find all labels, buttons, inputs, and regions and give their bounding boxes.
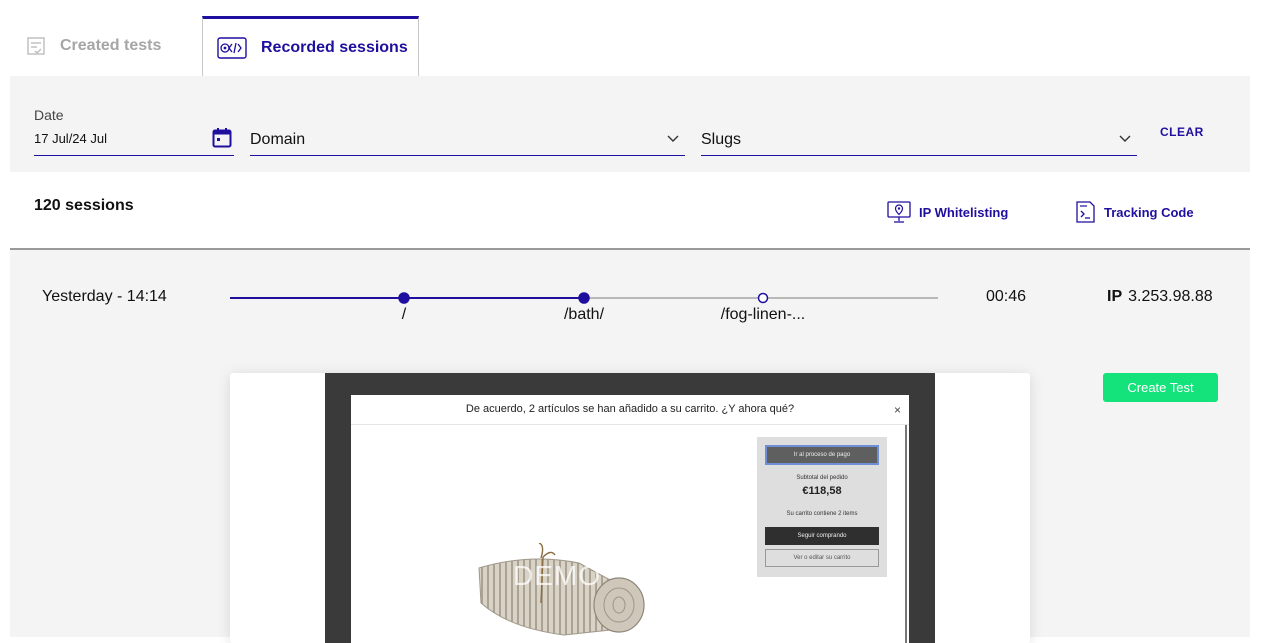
filter-bar: Date 17 Jul/24 Jul Domain Slugs CLEAR (10, 76, 1250, 172)
tab-recorded-sessions[interactable]: Recorded sessions (202, 16, 419, 77)
location-monitor-icon (887, 201, 911, 223)
cart-summary-panel: Ir al proceso de pago Subtotal del pedid… (757, 437, 887, 577)
session-duration: 00:46 (986, 288, 1027, 305)
tracking-code-button[interactable]: Tracking Code (1074, 200, 1194, 224)
domain-select[interactable]: Domain (250, 126, 685, 156)
code-document-icon (1076, 201, 1095, 223)
ip-value: 3.253.98.88 (1128, 288, 1213, 305)
timeline-node[interactable] (398, 292, 410, 304)
session-ip: IP 3.253.98.88 (1107, 288, 1213, 306)
clear-button[interactable]: CLEAR (1160, 125, 1204, 139)
edit-cart-button: Ver o editar su carrito (765, 549, 879, 567)
timeline-page-label: / (401, 306, 407, 323)
ip-whitelisting-label: IP Whitelisting (919, 204, 1009, 220)
timeline-node[interactable] (578, 292, 590, 304)
cart-modal: De acuerdo, 2 artículos se han añadido a… (351, 395, 909, 643)
calendar-icon[interactable] (212, 127, 232, 149)
cart-item-count: Su carrito contiene 2 items (786, 511, 858, 517)
checkout-button: Ir al proceso de pago (765, 445, 879, 465)
continue-shopping-button: Seguir comprando (765, 527, 879, 545)
demo-watermark: DEMO (513, 560, 601, 591)
create-test-button[interactable]: Create Test (1103, 373, 1218, 402)
session-row[interactable]: Yesterday - 14:14 //bath//fog-linen-... … (10, 250, 1250, 643)
page-timeline (230, 292, 938, 304)
tab-bar: Created tests Recorded sessions (10, 0, 1250, 77)
timeline-page-label: /bath/ (563, 306, 605, 323)
ip-whitelisting-button[interactable]: IP Whitelisting (887, 200, 1008, 224)
tab-created-label: Created tests (60, 37, 162, 54)
tab-recorded-label: Recorded sessions (261, 39, 408, 56)
ip-label: IP (1107, 288, 1123, 305)
date-range-field[interactable]: 17 Jul/24 Jul (34, 126, 234, 156)
checklist-icon (27, 37, 45, 55)
tab-created-tests[interactable]: Created tests (10, 16, 202, 76)
subtotal-label: Subtotal del pedido (796, 475, 848, 481)
chevron-down-icon (667, 135, 679, 142)
sessions-count: 120 sessions (34, 197, 134, 214)
slugs-select-value: Slugs (701, 131, 742, 148)
tracking-code-label: Tracking Code (1104, 204, 1194, 220)
chevron-down-icon (1119, 135, 1131, 142)
code-recording-icon (217, 37, 247, 59)
timeline-page-label: /fog-linen-... (720, 306, 806, 323)
preview-frame: De acuerdo, 2 artículos se han añadido a… (325, 373, 935, 643)
close-icon: × (893, 403, 901, 417)
domain-select-value: Domain (250, 131, 306, 148)
session-preview[interactable]: De acuerdo, 2 artículos se han añadido a… (230, 373, 1030, 643)
modal-scrollbar (905, 425, 907, 643)
date-label: Date (34, 107, 64, 123)
subtotal-value: €118,58 (802, 485, 842, 497)
modal-title: De acuerdo, 2 artículos se han añadido a… (465, 403, 795, 415)
modal-divider (351, 424, 909, 425)
sessions-summary: 120 sessions IP Whitelisting Tracking Co… (10, 172, 1250, 250)
slugs-select[interactable]: Slugs (701, 126, 1137, 156)
date-range-value: 17 Jul/24 Jul (34, 131, 107, 146)
timeline-node[interactable] (757, 292, 769, 304)
